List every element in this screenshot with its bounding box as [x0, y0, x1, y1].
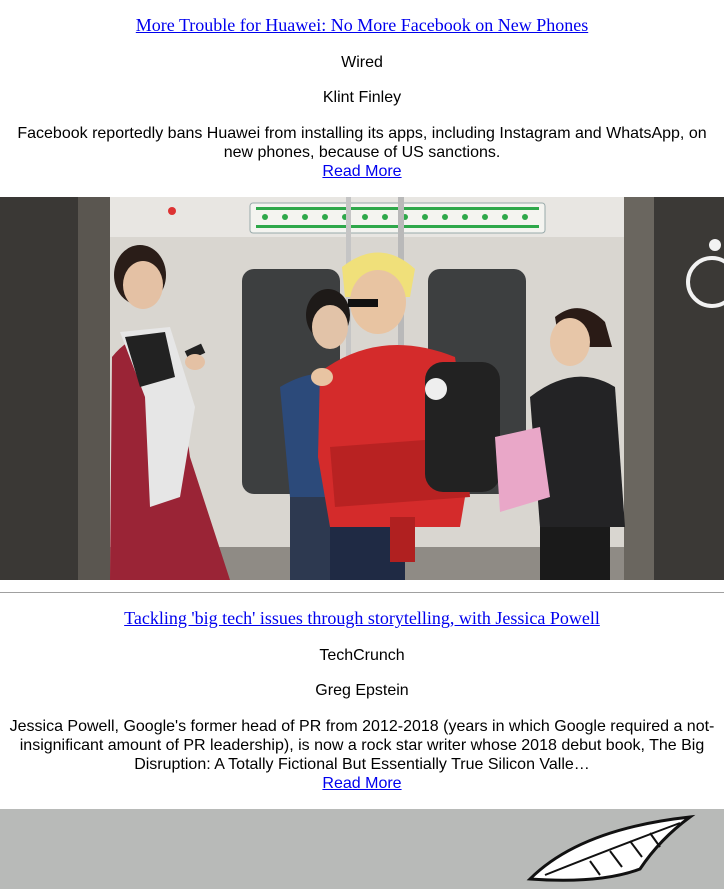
article-image[interactable] [0, 809, 724, 889]
read-more-link[interactable]: Read More [322, 774, 401, 793]
read-more-link[interactable]: Read More [322, 162, 401, 181]
article-source: Wired [341, 54, 383, 71]
article-card: Tackling 'big tech' issues through story… [0, 593, 724, 889]
article-image[interactable] [0, 197, 724, 580]
article-author: Greg Epstein [315, 682, 409, 699]
news-feed: More Trouble for Huawei: No More Faceboo… [0, 0, 724, 889]
article-title-link[interactable]: Tackling 'big tech' issues through story… [0, 593, 724, 629]
article-description-text: Facebook reportedly bans Huawei from ins… [17, 125, 707, 161]
article-card: More Trouble for Huawei: No More Faceboo… [0, 0, 724, 580]
article-source: TechCrunch [319, 647, 405, 664]
article-description: Jessica Powell, Google's former head of … [8, 717, 716, 793]
article-description: Facebook reportedly bans Huawei from ins… [8, 124, 716, 181]
article-description-text: Jessica Powell, Google's former head of … [9, 718, 715, 773]
article-title-link[interactable]: More Trouble for Huawei: No More Faceboo… [0, 0, 724, 36]
article-author: Klint Finley [322, 89, 402, 106]
